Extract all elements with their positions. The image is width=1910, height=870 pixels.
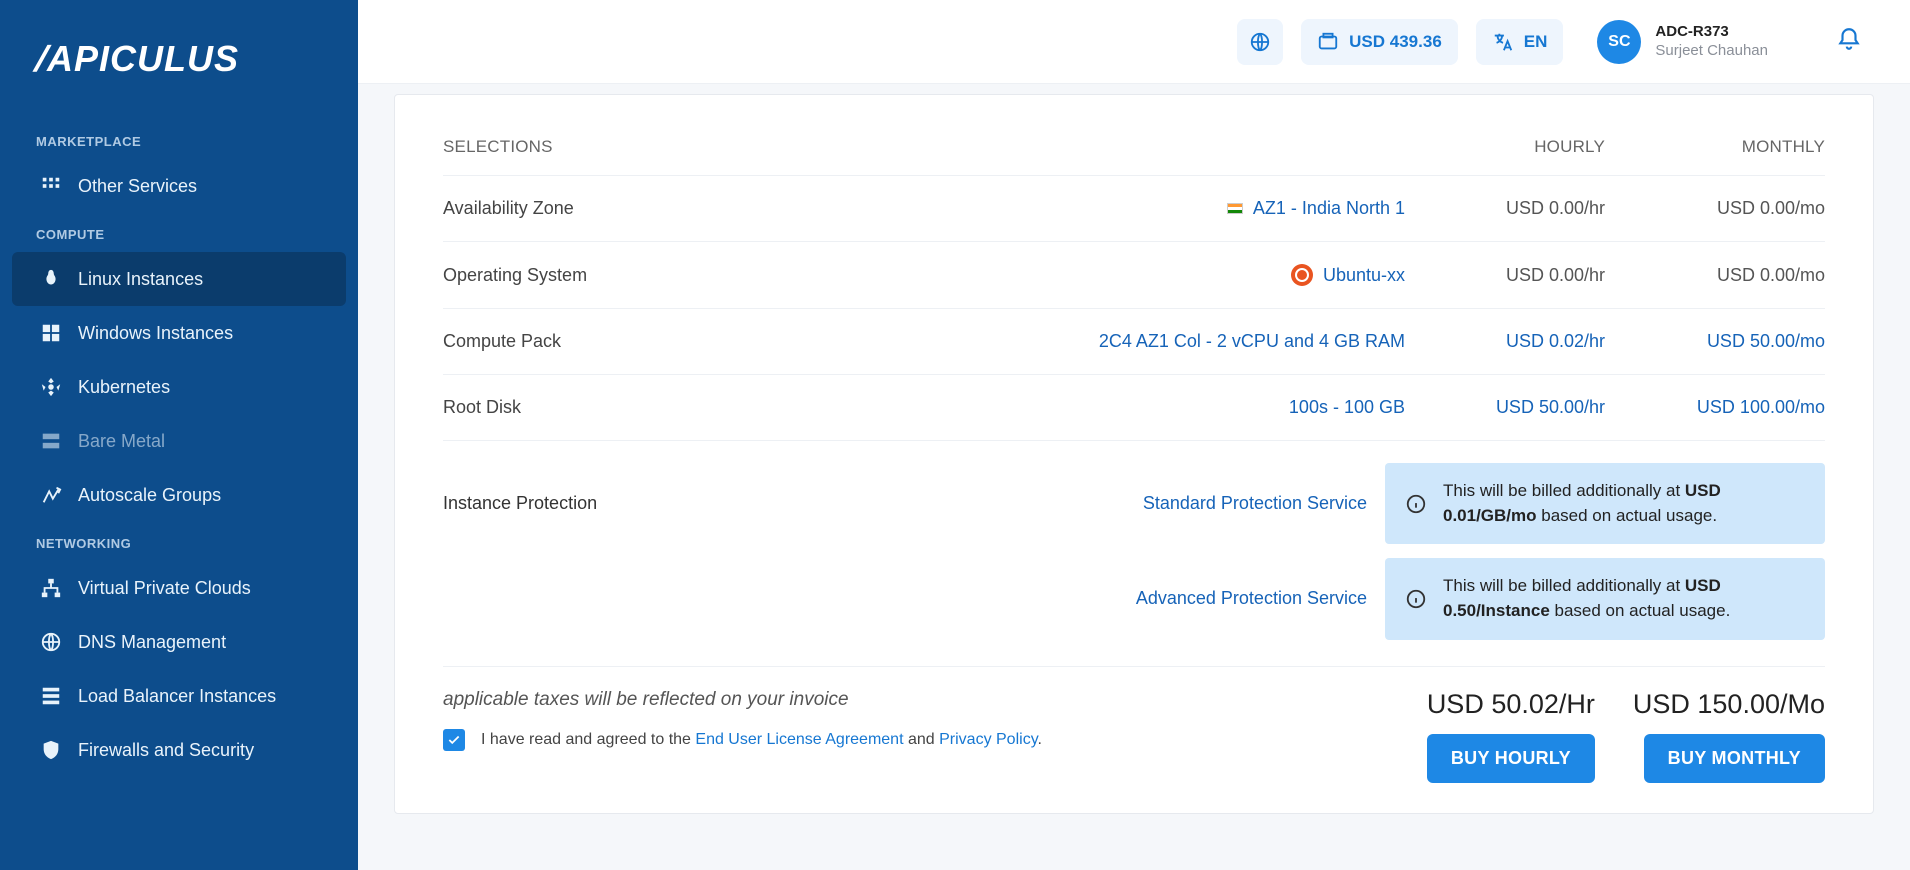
sidebar-item-bare-metal: Bare Metal — [12, 414, 346, 468]
sidebar-item-label: Virtual Private Clouds — [78, 578, 251, 599]
row-protection-advanced: Advanced Protection Service This will be… — [443, 544, 1825, 639]
info-box-advanced: This will be billed additionally at USD … — [1385, 558, 1825, 639]
sidebar: /APICULUS MARKETPLACE Other Services COM… — [0, 0, 358, 870]
row-value: AZ1 - India North 1 — [1227, 198, 1405, 219]
col-monthly: MONTHLY — [1605, 137, 1825, 157]
shield-icon — [40, 739, 62, 761]
language-chip[interactable]: EN — [1476, 19, 1564, 65]
row-monthly: USD 0.00/mo — [1605, 198, 1825, 219]
row-value: Ubuntu-xx — [1291, 264, 1405, 286]
protection-name: Standard Protection Service — [1143, 493, 1367, 514]
linux-icon — [40, 268, 62, 290]
total-monthly: USD 150.00/Mo — [1633, 689, 1825, 720]
server-icon — [40, 430, 62, 452]
row-operating-system: Operating System Ubuntu-xx USD 0.00/hr U… — [443, 241, 1825, 308]
row-protection-standard: Instance Protection Standard Protection … — [443, 440, 1825, 544]
row-label: Root Disk — [443, 397, 521, 418]
loadbalancer-icon — [40, 685, 62, 707]
summary-card: SELECTIONS HOURLY MONTHLY Availability Z… — [394, 94, 1874, 814]
sidebar-item-label: Linux Instances — [78, 269, 203, 290]
row-label: Instance Protection — [443, 493, 597, 514]
translate-icon — [1492, 31, 1514, 53]
info-icon — [1405, 588, 1427, 610]
eula-link[interactable]: End User License Agreement — [695, 731, 903, 748]
row-monthly: USD 100.00/mo — [1605, 397, 1825, 418]
row-label: Compute Pack — [443, 331, 561, 352]
info-icon — [1405, 493, 1427, 515]
row-root-disk: Root Disk 100s - 100 GB USD 50.00/hr USD… — [443, 374, 1825, 440]
globe-button[interactable] — [1237, 19, 1283, 65]
buy-hourly-button[interactable]: BUY HOURLY — [1427, 734, 1595, 783]
row-hourly: USD 0.00/hr — [1405, 265, 1605, 286]
info-box-standard: This will be billed additionally at USD … — [1385, 463, 1825, 544]
language-code: EN — [1524, 32, 1548, 52]
sidebar-item-load-balancer[interactable]: Load Balancer Instances — [12, 669, 346, 723]
sidebar-item-label: Bare Metal — [78, 431, 165, 452]
sidebar-item-label: Other Services — [78, 176, 197, 197]
sidebar-item-label: Kubernetes — [78, 377, 170, 398]
check-icon — [447, 733, 461, 747]
sidebar-section-marketplace: MARKETPLACE — [0, 120, 358, 159]
ubuntu-icon — [1291, 264, 1313, 286]
row-availability-zone: Availability Zone AZ1 - India North 1 US… — [443, 175, 1825, 241]
row-label: Availability Zone — [443, 198, 574, 219]
row-hourly: USD 50.00/hr — [1405, 397, 1605, 418]
sidebar-item-label: Firewalls and Security — [78, 740, 254, 761]
grid-icon — [40, 175, 62, 197]
windows-icon — [40, 322, 62, 344]
sidebar-item-firewalls[interactable]: Firewalls and Security — [12, 723, 346, 777]
privacy-link[interactable]: Privacy Policy — [939, 731, 1037, 748]
autoscale-icon — [40, 484, 62, 506]
wallet-icon — [1317, 31, 1339, 53]
col-hourly: HOURLY — [1405, 137, 1605, 157]
buy-monthly-button[interactable]: BUY MONTHLY — [1644, 734, 1825, 783]
user-name: Surjeet Chauhan — [1655, 42, 1768, 61]
notifications-button[interactable] — [1836, 26, 1862, 57]
row-hourly: USD 0.00/hr — [1405, 198, 1605, 219]
brand-logo: /APICULUS — [0, 24, 358, 120]
row-value: 2C4 AZ1 Col - 2 vCPU and 4 GB RAM — [1099, 331, 1405, 352]
sidebar-item-label: Autoscale Groups — [78, 485, 221, 506]
sidebar-item-other-services[interactable]: Other Services — [12, 159, 346, 213]
col-selections: SELECTIONS — [443, 137, 1405, 157]
row-label: Operating System — [443, 265, 587, 286]
row-hourly: USD 0.02/hr — [1405, 331, 1605, 352]
kubernetes-icon — [40, 376, 62, 398]
row-compute-pack: Compute Pack 2C4 AZ1 Col - 2 vCPU and 4 … — [443, 308, 1825, 374]
user-menu[interactable]: SC ADC-R373 Surjeet Chauhan — [1597, 20, 1768, 64]
sidebar-item-autoscale-groups[interactable]: Autoscale Groups — [12, 468, 346, 522]
sidebar-item-dns[interactable]: DNS Management — [12, 615, 346, 669]
sidebar-item-label: Windows Instances — [78, 323, 233, 344]
tax-note: applicable taxes will be reflected on yo… — [443, 689, 1399, 711]
sidebar-item-label: Load Balancer Instances — [78, 686, 276, 707]
total-hourly: USD 50.02/Hr — [1427, 689, 1595, 720]
sidebar-item-linux-instances[interactable]: Linux Instances — [12, 252, 346, 306]
balance-chip[interactable]: USD 439.36 — [1301, 19, 1458, 65]
sidebar-item-kubernetes[interactable]: Kubernetes — [12, 360, 346, 414]
flag-india-icon — [1227, 203, 1243, 214]
sidebar-item-label: DNS Management — [78, 632, 226, 653]
row-monthly: USD 0.00/mo — [1605, 265, 1825, 286]
sidebar-section-compute: COMPUTE — [0, 213, 358, 252]
globe-icon — [40, 631, 62, 653]
agree-text: I have read and agreed to the End User L… — [481, 731, 1042, 749]
sidebar-item-windows-instances[interactable]: Windows Instances — [12, 306, 346, 360]
user-id: ADC-R373 — [1655, 23, 1768, 42]
protection-name: Advanced Protection Service — [1136, 588, 1367, 609]
agree-checkbox[interactable] — [443, 729, 465, 751]
balance-amount: USD 439.36 — [1349, 32, 1442, 52]
row-monthly: USD 50.00/mo — [1605, 331, 1825, 352]
network-icon — [40, 577, 62, 599]
avatar: SC — [1597, 20, 1641, 64]
row-value: 100s - 100 GB — [1289, 397, 1405, 418]
sidebar-item-vpc[interactable]: Virtual Private Clouds — [12, 561, 346, 615]
sidebar-section-networking: NETWORKING — [0, 522, 358, 561]
topbar: USD 439.36 EN SC ADC-R373 Surjeet Chauha… — [358, 0, 1910, 84]
